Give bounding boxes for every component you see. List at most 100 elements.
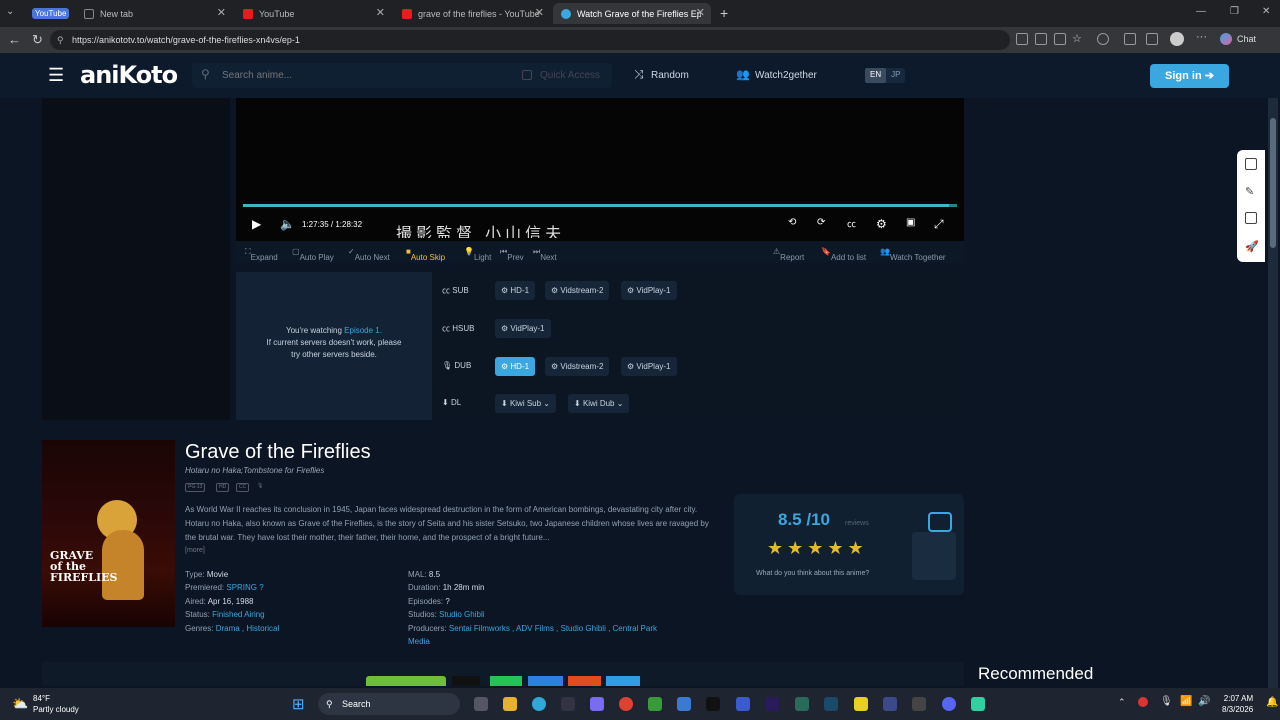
whatsapp-share-icon[interactable] <box>490 676 522 686</box>
server-sub-vidstream2[interactable]: ⚙ Vidstream-2 <box>545 281 610 300</box>
server-sub-hd1[interactable]: ⚙ HD-1 <box>495 281 536 300</box>
tray-icon[interactable] <box>1138 697 1148 707</box>
url-field[interactable]: ⚲ https://anikototv.to/watch/grave-of-th… <box>50 30 1010 50</box>
app-icon[interactable] <box>677 697 691 711</box>
site-info-icon[interactable]: ⚲ <box>57 30 64 50</box>
app-icon[interactable] <box>590 697 604 711</box>
pip-icon[interactable]: ▣ <box>906 217 915 228</box>
captions-icon[interactable]: ㏄ <box>847 217 856 230</box>
tab-watch-grave[interactable]: Watch Grave of the Fireflies Episo ✕ <box>553 3 711 24</box>
progress-bar[interactable] <box>243 204 957 207</box>
start-icon[interactable]: ⊞ <box>292 695 305 713</box>
fullscreen-icon[interactable]: ⤢ <box>934 217 944 232</box>
language-toggle[interactable]: EN JP <box>865 68 906 83</box>
reddit-share-icon[interactable] <box>568 676 601 686</box>
weather-widget[interactable]: 84°F Partly cloudy <box>33 693 79 715</box>
scrollbar[interactable] <box>1268 98 1278 688</box>
report-button[interactable]: ⚠ Report <box>773 247 804 262</box>
premiere-icon[interactable] <box>765 697 779 711</box>
auto-play-button[interactable]: ▢ Auto Play <box>292 247 334 262</box>
new-tab-icon[interactable]: + <box>720 5 728 21</box>
favorites-icon[interactable] <box>1146 33 1158 45</box>
back-icon[interactable]: ← <box>8 32 21 47</box>
settings-gear-icon[interactable]: ⚙ <box>876 217 887 231</box>
lang-jp[interactable]: JP <box>886 68 905 83</box>
download-kiwi-sub[interactable]: ⬇ Kiwi Sub ⌄ <box>495 394 556 413</box>
extension-icon[interactable] <box>1035 33 1047 45</box>
extension-icon[interactable] <box>1016 33 1028 45</box>
tool-icon[interactable] <box>1245 158 1257 170</box>
close-icon[interactable]: ✕ <box>535 6 544 19</box>
server-dub-vidplay1[interactable]: ⚙ VidPlay-1 <box>621 357 677 376</box>
minecraft-icon[interactable] <box>648 697 662 711</box>
server-sub-vidplay1[interactable]: ⚙ VidPlay-1 <box>621 281 677 300</box>
app-icon[interactable] <box>561 697 575 711</box>
prev-button[interactable]: ⏮ Prev <box>500 247 524 262</box>
anime-poster[interactable]: GRAVE of the FIREFLIES <box>42 440 175 627</box>
more-link[interactable]: [more] <box>185 547 205 554</box>
close-icon[interactable]: ✕ <box>217 6 226 19</box>
share-button[interactable] <box>366 676 446 686</box>
wifi-icon[interactable]: 📶 <box>1180 696 1192 707</box>
notifications-icon[interactable]: 🔔 <box>1266 697 1278 708</box>
speaker-icon[interactable]: 🔊 <box>1198 696 1210 707</box>
add-to-list-button[interactable]: 🔖 Add to list <box>821 247 866 262</box>
reader-icon[interactable] <box>1054 33 1066 45</box>
volume-icon[interactable]: 🔈 <box>280 217 295 231</box>
task-view-icon[interactable] <box>474 697 488 711</box>
edge-icon[interactable] <box>532 697 546 711</box>
star-icons[interactable]: ★★★★★ <box>767 538 868 558</box>
watch2gether-link[interactable]: Watch2gether <box>755 70 817 81</box>
producers-link-media[interactable]: Media <box>408 637 430 646</box>
search-input[interactable] <box>222 67 502 84</box>
app-icon[interactable] <box>912 697 926 711</box>
facebook-share-icon[interactable] <box>528 676 563 686</box>
menu-icon[interactable]: ☰ <box>48 65 64 86</box>
minimize-icon[interactable]: — <box>1196 6 1206 17</box>
tiktok-icon[interactable] <box>706 697 720 711</box>
tab-youtube[interactable]: YouTube ✕ <box>235 3 391 24</box>
x-share-icon[interactable] <box>452 676 480 686</box>
auto-next-button[interactable]: ✓ Auto Next <box>348 247 390 262</box>
app-icon[interactable] <box>795 697 809 711</box>
close-icon[interactable]: ✕ <box>696 6 705 19</box>
lang-en[interactable]: EN <box>865 68 887 83</box>
light-button[interactable]: 💡 Light <box>464 247 491 262</box>
random-link[interactable]: Random <box>651 70 689 81</box>
next-button[interactable]: ⏭ Next <box>533 247 557 262</box>
star-rating[interactable]: ★★★★★ <box>767 538 868 559</box>
server-hsub-vidplay1[interactable]: ⚙ VidPlay-1 <box>495 319 551 338</box>
site-logo[interactable]: aniKoto <box>80 61 178 89</box>
status-link[interactable]: Finished Airing <box>212 610 264 619</box>
more-menu-icon[interactable]: ··· <box>1196 31 1207 43</box>
server-dub-vidstream2[interactable]: ⚙ Vidstream-2 <box>545 357 610 376</box>
forward-10-icon[interactable]: ⟳ <box>817 217 825 228</box>
expand-button[interactable]: ⛶ Expand <box>245 247 278 262</box>
close-icon[interactable]: ✕ <box>376 6 385 19</box>
watch-together-button[interactable]: 👥 Watch Together <box>880 247 946 262</box>
play-icon[interactable]: ▶ <box>252 217 261 231</box>
app-icon[interactable] <box>824 697 838 711</box>
close-window-icon[interactable]: ✕ <box>1262 6 1270 17</box>
studios-link[interactable]: Studio Ghibli <box>439 610 484 619</box>
app-icon[interactable] <box>736 697 750 711</box>
search-box[interactable]: ⚲ Quick Access <box>192 63 612 88</box>
copilot-icon[interactable] <box>1220 33 1232 45</box>
pinned-tab-youtube[interactable]: YouTube <box>32 8 70 19</box>
app-icon[interactable] <box>971 697 985 711</box>
discord-icon[interactable] <box>942 697 956 711</box>
rocket-icon[interactable]: 🚀 <box>1245 240 1259 253</box>
genres-links[interactable]: Drama , Historical <box>216 624 280 633</box>
clock[interactable]: 2:07 AM 8/3/2026 <box>1222 693 1253 715</box>
chrome-icon[interactable] <box>619 697 633 711</box>
download-kiwi-dub[interactable]: ⬇ Kiwi Dub ⌄ <box>568 394 630 413</box>
rewind-10-icon[interactable]: ⟲ <box>788 217 796 228</box>
quick-access-button[interactable]: Quick Access <box>540 70 600 81</box>
copilot-chat-label[interactable]: Chat <box>1237 34 1256 44</box>
scroll-thumb[interactable] <box>1270 118 1276 248</box>
favorite-star-icon[interactable]: ☆ <box>1072 32 1082 45</box>
producers-links[interactable]: Sentai Filmworks , ADV Films , Studio Gh… <box>449 624 657 633</box>
app-icon[interactable] <box>883 697 897 711</box>
edit-icon[interactable]: ✎ <box>1245 185 1254 198</box>
profile-avatar[interactable] <box>1170 32 1184 46</box>
